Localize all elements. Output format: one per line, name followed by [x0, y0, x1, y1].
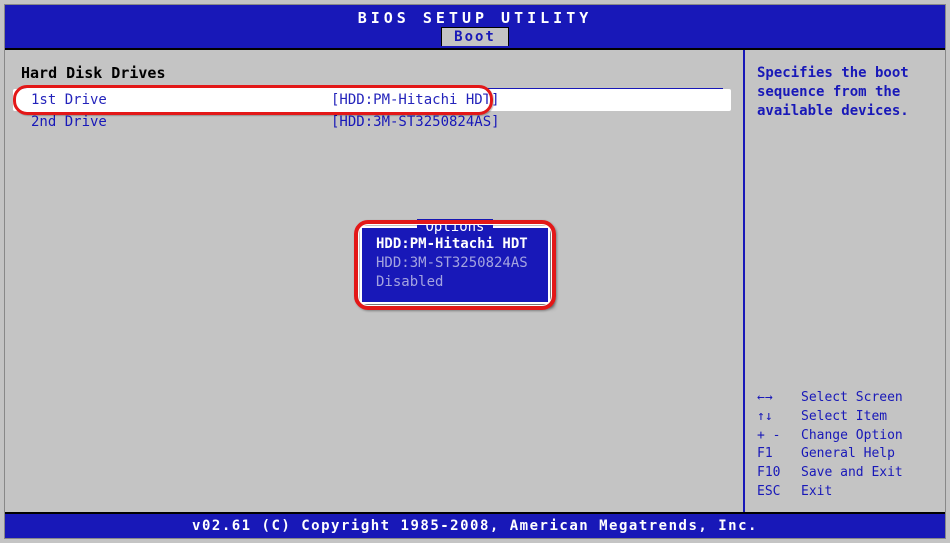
key-f10: F10: [757, 464, 801, 483]
options-popup-wrap: Options HDD:PM-Hitachi HDT HDD:3M-ST3250…: [360, 226, 550, 304]
key-help: ←→Select Screen ↑↓Select Item + -Change …: [757, 389, 935, 502]
popup-item-2[interactable]: Disabled: [376, 273, 534, 292]
drive-2-value: [HDD:3M-ST3250824AS]: [331, 114, 500, 130]
options-popup[interactable]: Options HDD:PM-Hitachi HDT HDD:3M-ST3250…: [360, 226, 550, 304]
key-arrows-ud: ↑↓: [757, 408, 801, 427]
key-plusminus: + -: [757, 427, 801, 446]
bios-window: BIOS SETUP UTILITY Boot Hard Disk Drives…: [4, 4, 946, 539]
key-desc-0: Select Screen: [801, 389, 903, 408]
key-arrows-lr: ←→: [757, 389, 801, 408]
key-desc-3: General Help: [801, 445, 895, 464]
section-heading: Hard Disk Drives: [21, 64, 723, 82]
popup-item-1[interactable]: HDD:3M-ST3250824AS: [376, 254, 534, 273]
key-f1: F1: [757, 445, 801, 464]
footer-text: v02.61 (C) Copyright 1985-2008, American…: [192, 518, 758, 534]
title-bar: BIOS SETUP UTILITY: [5, 5, 945, 27]
key-desc-2: Change Option: [801, 427, 903, 446]
drive-2-label: 2nd Drive: [31, 114, 331, 130]
key-esc: ESC: [757, 483, 801, 502]
key-desc-5: Exit: [801, 483, 832, 502]
drive-1-label: 1st Drive: [31, 92, 331, 108]
tab-bar: Boot: [5, 27, 945, 48]
drive-row-1[interactable]: 1st Drive [HDD:PM-Hitachi HDT]: [13, 89, 731, 111]
key-desc-4: Save and Exit: [801, 464, 903, 483]
footer: v02.61 (C) Copyright 1985-2008, American…: [5, 512, 945, 538]
help-text: Specifies the boot sequence from the ava…: [757, 64, 935, 121]
drive-1-value: [HDD:PM-Hitachi HDT]: [331, 92, 500, 108]
help-panel: Specifies the boot sequence from the ava…: [745, 50, 945, 512]
app-title: BIOS SETUP UTILITY: [358, 9, 593, 27]
tab-boot[interactable]: Boot: [441, 27, 509, 46]
popup-title: Options: [376, 219, 534, 235]
drive-row-2[interactable]: 2nd Drive [HDD:3M-ST3250824AS]: [21, 111, 723, 133]
popup-item-0[interactable]: HDD:PM-Hitachi HDT: [376, 235, 534, 254]
key-desc-1: Select Item: [801, 408, 887, 427]
main-panel: Hard Disk Drives 1st Drive [HDD:PM-Hitac…: [5, 50, 745, 512]
